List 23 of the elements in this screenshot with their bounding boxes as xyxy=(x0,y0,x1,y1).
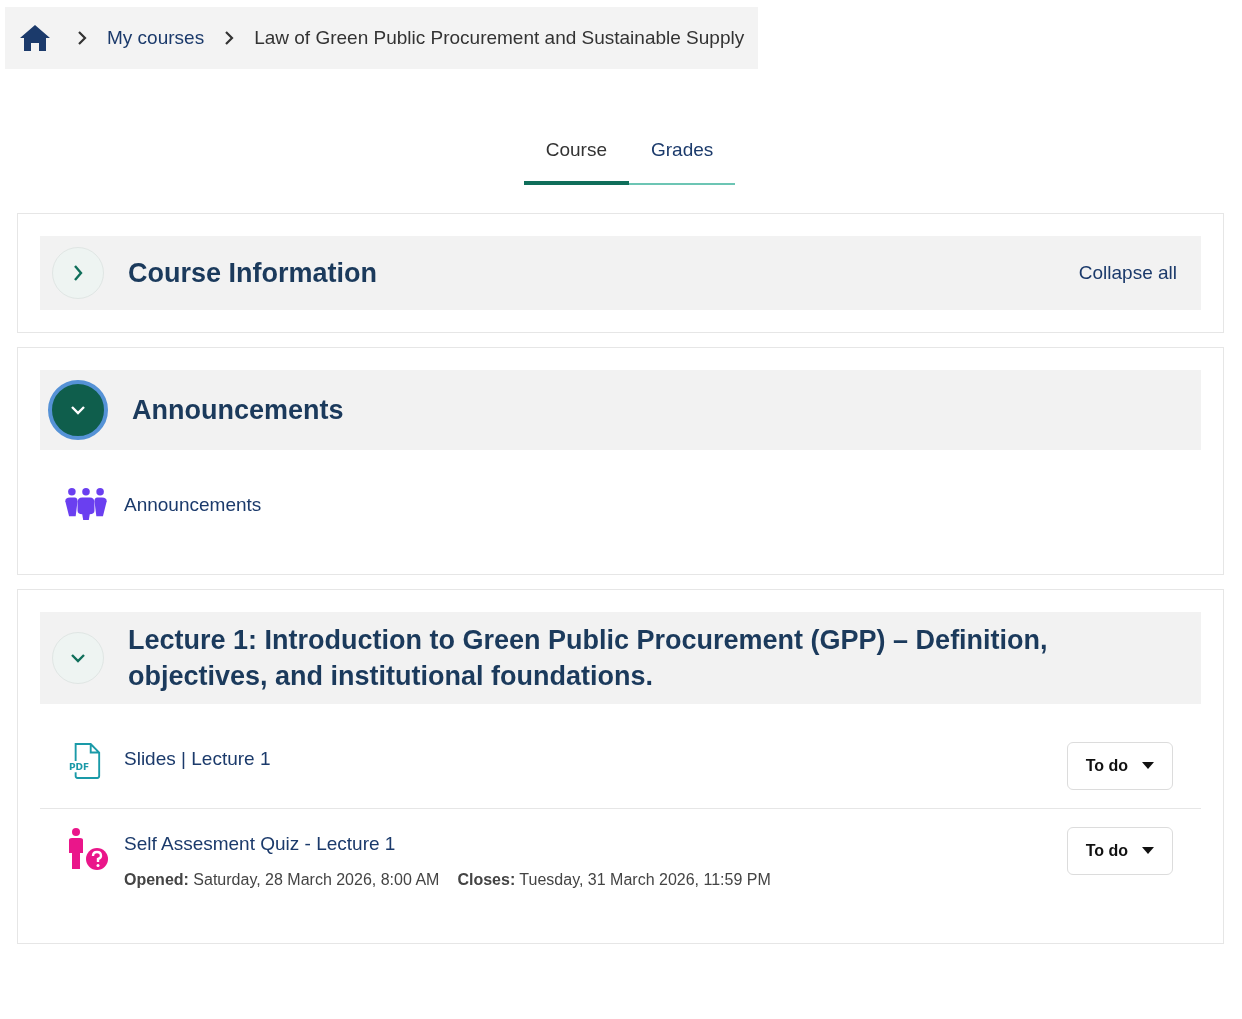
pdf-label: PDF xyxy=(69,762,90,773)
home-icon[interactable] xyxy=(19,24,51,52)
breadcrumb-current: Law of Green Public Procurement and Sustainable Supply xyxy=(254,27,745,49)
breadcrumb-link[interactable]: My courses xyxy=(107,27,205,49)
caret-icon xyxy=(1142,847,1154,855)
status-dropdown[interactable]: To do xyxy=(1066,827,1173,875)
collapse-all-link[interactable]: Collapse all xyxy=(1078,262,1177,284)
caret-icon xyxy=(1142,762,1154,770)
activity-link[interactable]: Self Assesment Quiz - Lecture 1 xyxy=(124,833,1053,855)
section-title: Course Information xyxy=(128,257,378,290)
section-title: Lecture 1: Introduction to Green Public Procurement (GPP) – Definition, objectives, and institutional foundations. xyxy=(128,624,1049,693)
status-dropdown[interactable]: To do xyxy=(1066,742,1173,790)
people-group-icon xyxy=(63,488,109,520)
activity-link[interactable]: Slides | Lecture 1 xyxy=(124,748,1053,770)
section-title: Announcements xyxy=(132,394,345,427)
chevron-right-icon xyxy=(77,30,87,46)
chevron-right-icon xyxy=(224,30,235,46)
tab[interactable]: Grades xyxy=(628,127,736,185)
activity-link[interactable]: Announcements xyxy=(124,494,1173,516)
collapse-button[interactable] xyxy=(48,380,108,440)
activity-date: Closes: Tuesday, 31 March 2026, 11:59 PM xyxy=(457,871,771,889)
activity-date: Opened: Saturday, 28 March 2026, 8:00 AM xyxy=(124,871,440,889)
tab[interactable]: Course xyxy=(523,127,629,185)
